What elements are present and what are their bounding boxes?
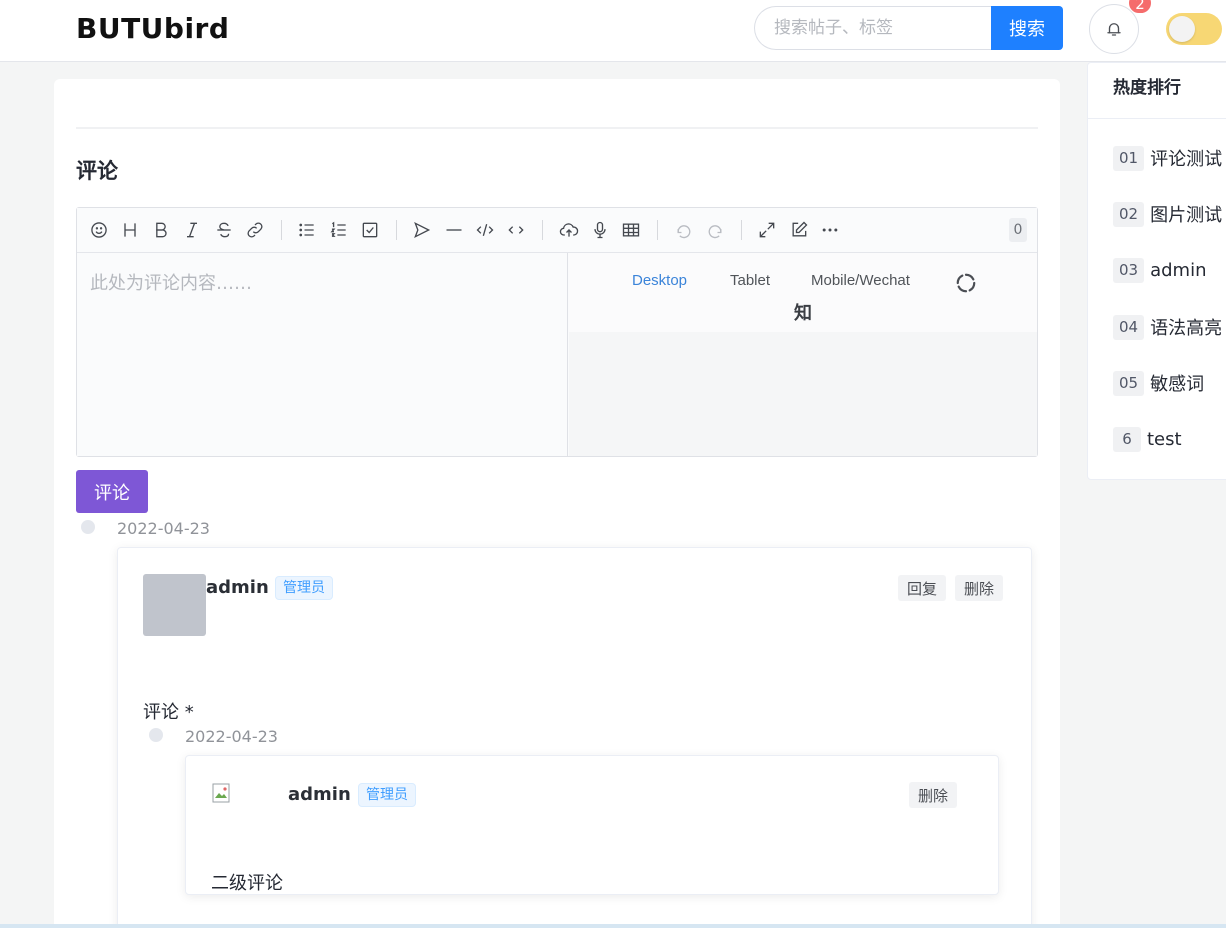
undo-icon[interactable] (672, 218, 696, 242)
char-count: 0 (1009, 218, 1027, 242)
delete-button[interactable]: 删除 (955, 575, 1004, 601)
timeline-dot (149, 728, 163, 742)
comment-username[interactable]: admin (206, 577, 269, 598)
rank-number: 6 (1113, 426, 1141, 452)
markdown-editor: 0 此处为评论内容…… Desktop Tablet Mobile/Wechat… (76, 207, 1038, 457)
task-list-icon[interactable] (358, 218, 382, 242)
broken-image-icon (212, 783, 230, 803)
role-badge: 管理员 (275, 576, 333, 600)
preview-toolbar: Desktop Tablet Mobile/Wechat 知 (569, 253, 1037, 332)
toolbar-separator (542, 220, 543, 240)
top-header: BUTUbird 搜索 2 (0, 0, 1226, 62)
theme-toggle[interactable] (1166, 13, 1222, 45)
rank-number: 05 (1113, 370, 1145, 396)
bold-icon[interactable] (149, 218, 173, 242)
bullet-list-icon[interactable] (295, 218, 319, 242)
bell-icon (1107, 23, 1121, 36)
upload-cloud-icon[interactable] (557, 218, 581, 242)
reply-button[interactable]: 回复 (898, 575, 947, 601)
hot-ranking-title: 热度排行 (1113, 78, 1181, 98)
edit-mode-icon[interactable] (787, 218, 811, 242)
section-divider (76, 127, 1038, 129)
rank-title[interactable]: 图片测试 (1150, 201, 1222, 227)
editor-preview-pane: Desktop Tablet Mobile/Wechat 知 (569, 253, 1037, 456)
search-button[interactable]: 搜索 (991, 6, 1063, 50)
reply-date: 2022-04-23 (185, 727, 278, 746)
code-icon[interactable] (473, 218, 497, 242)
refresh-icon[interactable] (955, 272, 977, 294)
ranking-item[interactable]: 04 语法高亮 (1113, 314, 1222, 340)
hot-ranking-panel: 热度排行 01 评论测试 02 图片测试 03 admin 04 语法高亮 05… (1087, 62, 1226, 480)
bottom-edge (0, 924, 1226, 928)
preview-tab-tablet[interactable]: Tablet (730, 272, 770, 289)
rank-number: 03 (1113, 257, 1145, 283)
rank-number: 02 (1113, 201, 1145, 227)
comment-card: admin 管理员 回复 删除 评论 * 2022-04-23 admin 管理… (117, 547, 1032, 928)
ranking-item[interactable]: 01 评论测试 (1113, 145, 1222, 171)
rank-title[interactable]: 敏感词 (1150, 370, 1204, 396)
redo-icon[interactable] (703, 218, 727, 242)
rank-title[interactable]: 语法高亮 (1150, 314, 1222, 340)
toolbar-separator (396, 220, 397, 240)
notification-badge: 2 (1128, 0, 1152, 14)
site-logo[interactable]: BUTUbird (76, 12, 229, 45)
comment-section-title: 评论 (76, 159, 118, 183)
microphone-icon[interactable] (588, 218, 612, 242)
main-card: 评论 0 此处为评论内容…… Desktop Tablet Mobile/Wec… (54, 79, 1060, 928)
ranking-item[interactable]: 05 敏感词 (1113, 370, 1204, 396)
rank-title[interactable]: test (1147, 429, 1182, 450)
reply-content: 二级评论 (211, 873, 283, 894)
editor-placeholder: 此处为评论内容…… (90, 273, 252, 294)
strikethrough-icon[interactable] (212, 218, 236, 242)
timeline-dot (81, 520, 95, 534)
editor-input-pane[interactable]: 此处为评论内容…… (77, 253, 568, 456)
toolbar-separator (657, 220, 658, 240)
preview-tab-desktop[interactable]: Desktop (632, 272, 687, 289)
reply-username[interactable]: admin (288, 784, 351, 805)
more-icon[interactable] (818, 218, 842, 242)
preview-theme-label[interactable]: 知 (794, 299, 812, 325)
horizontal-rule-icon[interactable] (442, 218, 466, 242)
comment-content: 评论 * (143, 702, 194, 723)
rank-title[interactable]: 评论测试 (1150, 145, 1222, 171)
reply-card: admin 管理员 删除 二级评论 (185, 755, 999, 895)
table-icon[interactable] (619, 218, 643, 242)
toolbar-separator (281, 220, 282, 240)
preview-tab-mobile[interactable]: Mobile/Wechat (811, 272, 910, 289)
search-bar: 搜索 (754, 6, 1063, 50)
avatar (143, 574, 206, 636)
ranking-item[interactable]: 03 admin (1113, 257, 1207, 283)
ordered-list-icon[interactable] (327, 218, 351, 242)
heading-icon[interactable] (118, 218, 142, 242)
toggle-knob (1169, 16, 1195, 42)
ranking-item[interactable]: 02 图片测试 (1113, 201, 1222, 227)
panel-divider (1088, 118, 1226, 119)
comment-date: 2022-04-23 (117, 519, 210, 538)
search-input[interactable] (754, 6, 994, 50)
submit-comment-button[interactable]: 评论 (76, 470, 148, 513)
link-icon[interactable] (243, 218, 267, 242)
inline-code-icon[interactable] (504, 218, 528, 242)
fullscreen-icon[interactable] (755, 218, 779, 242)
rank-title[interactable]: admin (1150, 260, 1206, 281)
rank-number: 01 (1113, 145, 1145, 171)
editor-toolbar: 0 (77, 208, 1037, 253)
rank-number: 04 (1113, 314, 1145, 340)
toolbar-separator (741, 220, 742, 240)
emoji-icon[interactable] (87, 218, 111, 242)
quote-send-icon[interactable] (410, 218, 434, 242)
role-badge: 管理员 (358, 783, 416, 807)
ranking-item[interactable]: 6 test (1113, 426, 1182, 452)
italic-icon[interactable] (180, 218, 204, 242)
delete-button[interactable]: 删除 (909, 782, 958, 808)
